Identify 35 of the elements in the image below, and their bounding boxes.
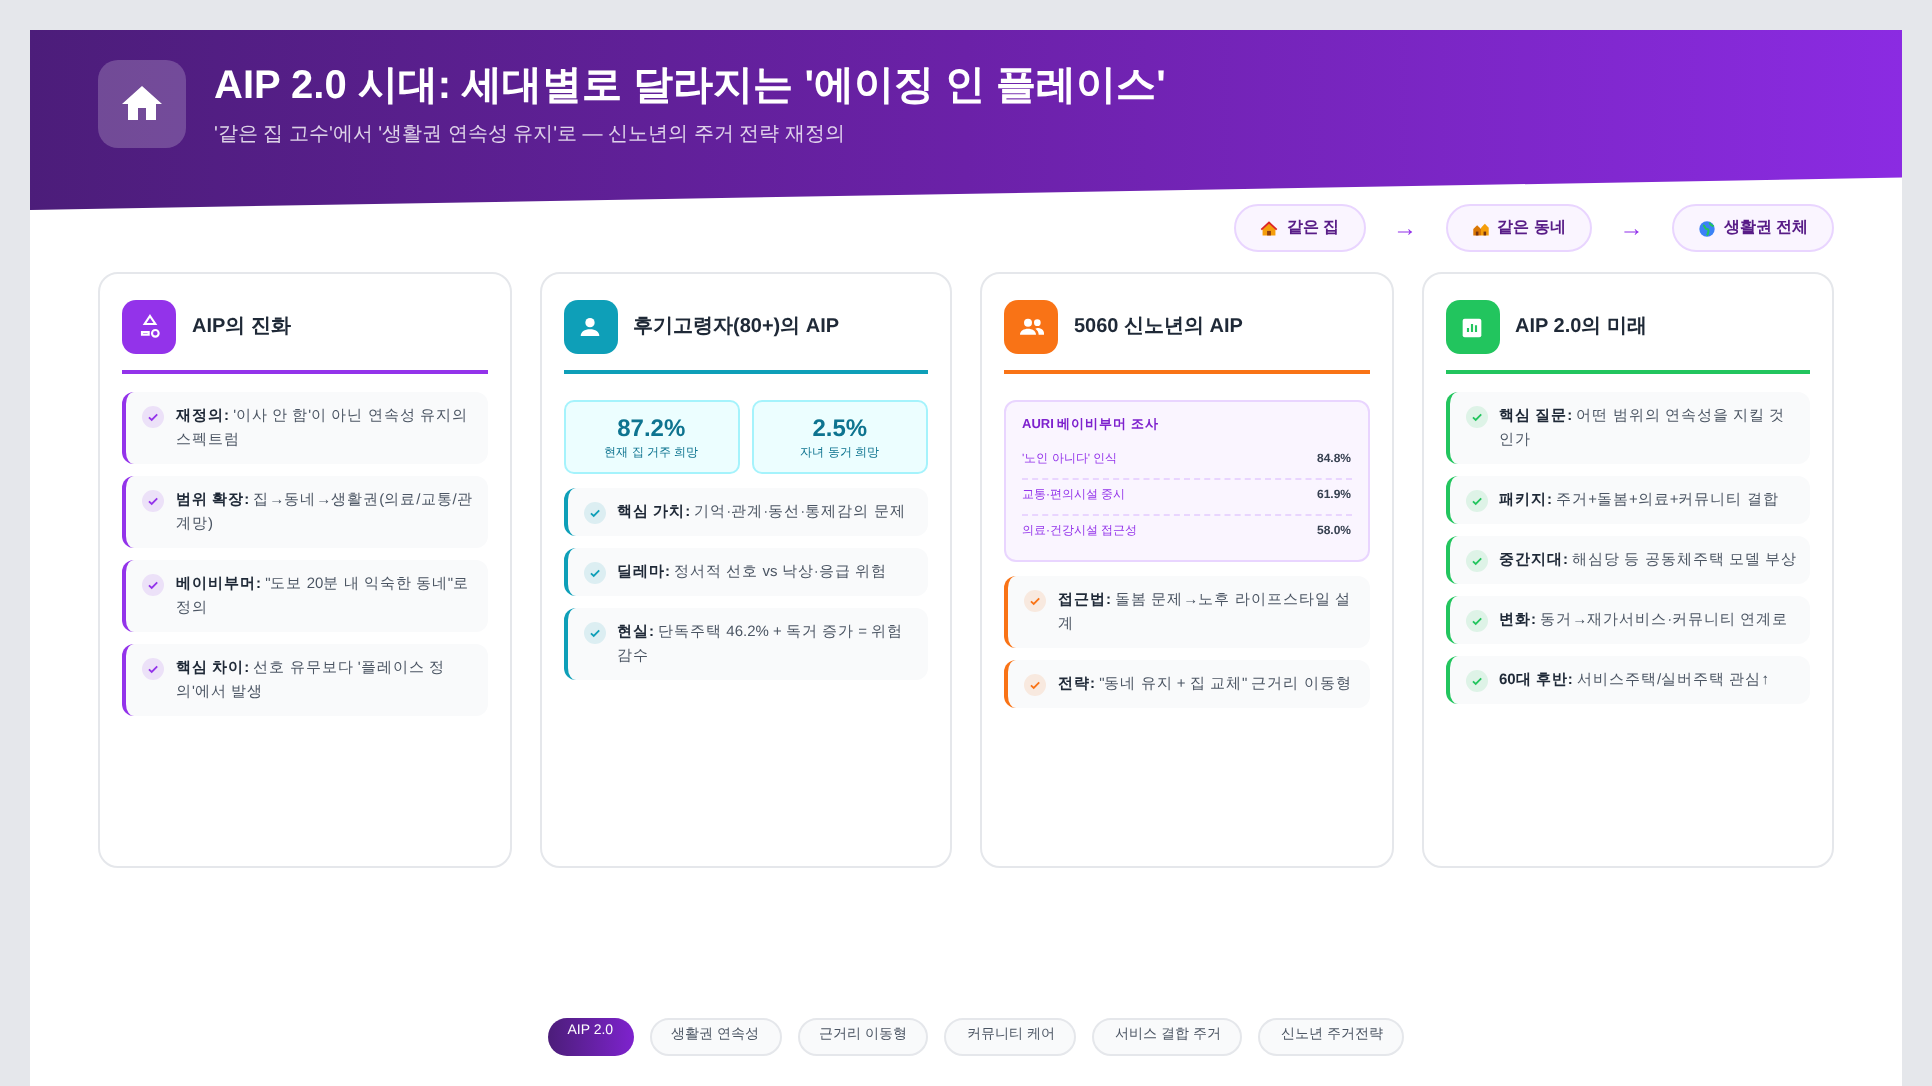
card-title: AIP 2.0의 미래: [1515, 314, 1647, 342]
step-icon: [1697, 219, 1716, 237]
home-icon: [98, 60, 186, 148]
card-title: 5060 신노년의 AIP: [1074, 314, 1243, 342]
card-title: 후기고령자(80+)의 AIP: [633, 314, 840, 342]
check-icon: [1465, 670, 1487, 692]
card-icon: [1004, 300, 1058, 354]
card-icon: [1445, 300, 1499, 354]
check-icon: [1465, 406, 1487, 428]
flow-step-chip[interactable]: 같은 동네: [1445, 204, 1592, 252]
check-icon: [142, 406, 164, 428]
flow-step-chip[interactable]: 생활권 전체: [1671, 204, 1834, 252]
flow-arrow: →: [1617, 212, 1646, 246]
stat-value: 87.2%: [617, 412, 686, 446]
page-subtitle: '같은 집 고수'에서 '생활권 연속성 유지'로 — 신노년의 주거 전략 재정의: [214, 122, 847, 150]
check-icon: [1465, 490, 1487, 512]
card-icon: [563, 300, 617, 354]
check-icon: [142, 574, 164, 596]
card-icon: [122, 300, 176, 354]
flow-step-chip[interactable]: 같은 집: [1234, 204, 1366, 252]
check-icon: [1465, 550, 1487, 572]
card-title: AIP의 진화: [192, 314, 291, 342]
check-icon: [583, 502, 605, 524]
check-icon: [1024, 589, 1046, 612]
step-icon: [1471, 219, 1490, 237]
check-icon: [1465, 610, 1487, 632]
stat-value: 2.5%: [812, 412, 868, 446]
check-icon: [1024, 673, 1046, 696]
step-icon: [1260, 219, 1279, 237]
check-icon: [583, 622, 605, 644]
check-icon: [583, 562, 605, 584]
flow-arrow: →: [1391, 212, 1420, 246]
page-title: AIP 2.0 시대: 세대별로 달라지는 '에이징 인 플레이스': [214, 62, 1166, 112]
check-icon: [142, 490, 164, 512]
check-icon: [142, 658, 164, 680]
